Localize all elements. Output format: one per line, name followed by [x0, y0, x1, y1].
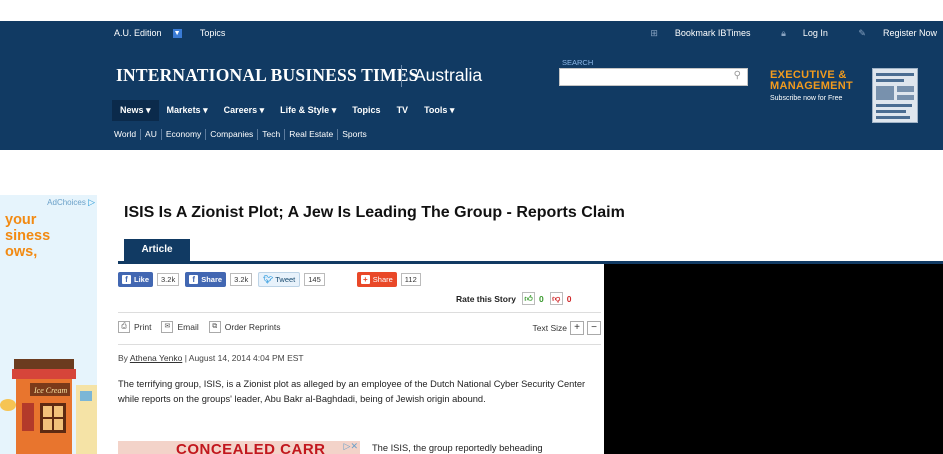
email-link[interactable]: Email [177, 322, 198, 332]
chevron-down-icon: ▼ [172, 29, 182, 39]
divider [118, 344, 601, 345]
tweet-button[interactable]: 🐦︎ Tweet [258, 272, 301, 287]
rating-bar: Rate this Story 👍︎ 0 👎︎ 0 [456, 292, 571, 305]
main-nav: News ▾ Markets ▾ Careers ▾ Life & Style … [112, 100, 462, 121]
subnav-item[interactable]: AU [140, 129, 161, 140]
site-logo[interactable]: INTERNATIONAL BUSINESS TIMES [116, 65, 419, 86]
downvote-count: 0 [566, 293, 572, 304]
bookmark-icon: ⊞ [650, 28, 658, 38]
publish-date: | August 14, 2014 4:04 PM EST [184, 353, 304, 363]
twitter-bird-icon: 🐦︎ [263, 275, 274, 284]
magazine-cover-image[interactable] [872, 68, 918, 123]
left-advertisement[interactable]: AdChoices ▷ your siness ows, Ice Cream [0, 195, 97, 454]
subnav-item[interactable]: Real Estate [284, 129, 337, 140]
inline-ad-banner[interactable]: CONCEALED CARR ▷✕ [118, 441, 360, 454]
tweet-count: 145 [304, 273, 325, 286]
tab-article[interactable]: Article [124, 239, 190, 261]
text-size-increase-button[interactable]: + [570, 321, 584, 335]
search-label: SEARCH [562, 58, 594, 67]
facebook-icon: f [122, 275, 131, 284]
nav-news[interactable]: News ▾ [112, 100, 159, 121]
site-header: A.U. Edition ▼ Topics ⊞ Bookmark IBTimes 🔒… [0, 21, 943, 150]
rate-label: Rate this Story [456, 293, 516, 304]
nav-topics[interactable]: Topics [344, 100, 388, 121]
subnav-item[interactable]: Tech [257, 129, 284, 140]
facebook-like-button[interactable]: f Like [118, 272, 154, 287]
search-icon[interactable]: ⚲ [734, 70, 741, 81]
close-icon[interactable]: ▷✕ [344, 441, 358, 452]
article-paragraph: The ISIS, the group reportedly beheading [372, 443, 543, 453]
nav-life-style[interactable]: Life & Style ▾ [272, 100, 344, 121]
utility-bar: A.U. Edition ▼ Topics ⊞ Bookmark IBTimes 🔒… [114, 28, 943, 40]
register-link[interactable]: ✎ Register Now [844, 28, 937, 38]
lock-icon: 🔒︎ [781, 28, 786, 38]
addthis-count: 112 [400, 273, 421, 286]
text-size-decrease-button[interactable]: − [587, 321, 601, 335]
subnav-item[interactable]: Companies [205, 129, 257, 140]
thumbs-up-icon[interactable]: 👍︎ [522, 292, 535, 305]
login-link[interactable]: 🔒︎ Log In [767, 28, 828, 38]
article-title: ISIS Is A Zionist Plot; A Jew Is Leading… [124, 204, 625, 221]
search-input[interactable]: ⚲ [559, 68, 748, 86]
logo-divider [401, 65, 402, 87]
bookmark-link[interactable]: ⊞ Bookmark IBTimes [636, 28, 750, 38]
top-whitespace [0, 0, 943, 21]
subnav-item[interactable]: World [114, 129, 140, 140]
adchoices-icon: ▷ [88, 197, 95, 207]
upvote-count: 0 [539, 293, 544, 304]
adchoices-link[interactable]: AdChoices ▷ [47, 197, 95, 208]
article-paragraph: The terrifying group, ISIS, is a Zionist… [118, 379, 586, 404]
video-player[interactable] [604, 264, 943, 454]
ice-cream-shop-illustration: Ice Cream [0, 359, 97, 454]
topics-link[interactable]: Topics [200, 28, 226, 38]
text-size-label: Text Size [532, 323, 568, 333]
article-tools: ⎙ Print ✉ Email ⧉ Order Reprints Text Si… [118, 321, 601, 337]
subnav-item[interactable]: Economy [160, 129, 205, 140]
reprints-icon[interactable]: ⧉ [208, 321, 221, 333]
print-icon[interactable]: ⎙ [118, 321, 130, 333]
pencil-icon: ✎ [858, 28, 866, 38]
divider [118, 312, 601, 313]
addthis-share-button[interactable]: + Share [356, 272, 397, 287]
nav-careers[interactable]: Careers ▾ [216, 100, 273, 121]
nav-markets[interactable]: Markets ▾ [159, 100, 216, 121]
ad-text: your siness ows, [5, 212, 51, 260]
promo-executive-management[interactable]: EXECUTIVE & MANAGEMENT Subscribe now for… [770, 70, 853, 103]
email-icon[interactable]: ✉ [161, 321, 174, 333]
svg-text:Ice Cream: Ice Cream [33, 386, 67, 395]
subnav-item[interactable]: Sports [337, 129, 371, 140]
print-link[interactable]: Print [134, 322, 151, 332]
sub-nav: World AU Economy Companies Tech Real Est… [114, 129, 371, 140]
nav-tv[interactable]: TV [389, 100, 417, 121]
byline: By Athena Yenko | August 14, 2014 4:04 P… [118, 353, 304, 363]
facebook-icon: f [189, 275, 199, 284]
edition-selector[interactable]: A.U. Edition ▼ [114, 28, 190, 39]
reprints-link[interactable]: Order Reprints [225, 322, 281, 332]
like-count: 3.2k [157, 273, 180, 286]
share-bar: f Like 3.2k f Share 3.2k 🐦︎ Tweet 145 + Shar… [118, 272, 427, 287]
facebook-share-button[interactable]: f Share [185, 272, 227, 287]
edition-name: Australia [414, 65, 483, 85]
share-count: 3.2k [230, 273, 253, 286]
author-link[interactable]: Athena Yenko [130, 353, 182, 363]
thumbs-down-icon[interactable]: 👎︎ [549, 292, 563, 305]
nav-tools[interactable]: Tools ▾ [416, 100, 462, 121]
plus-icon: + [360, 275, 370, 284]
